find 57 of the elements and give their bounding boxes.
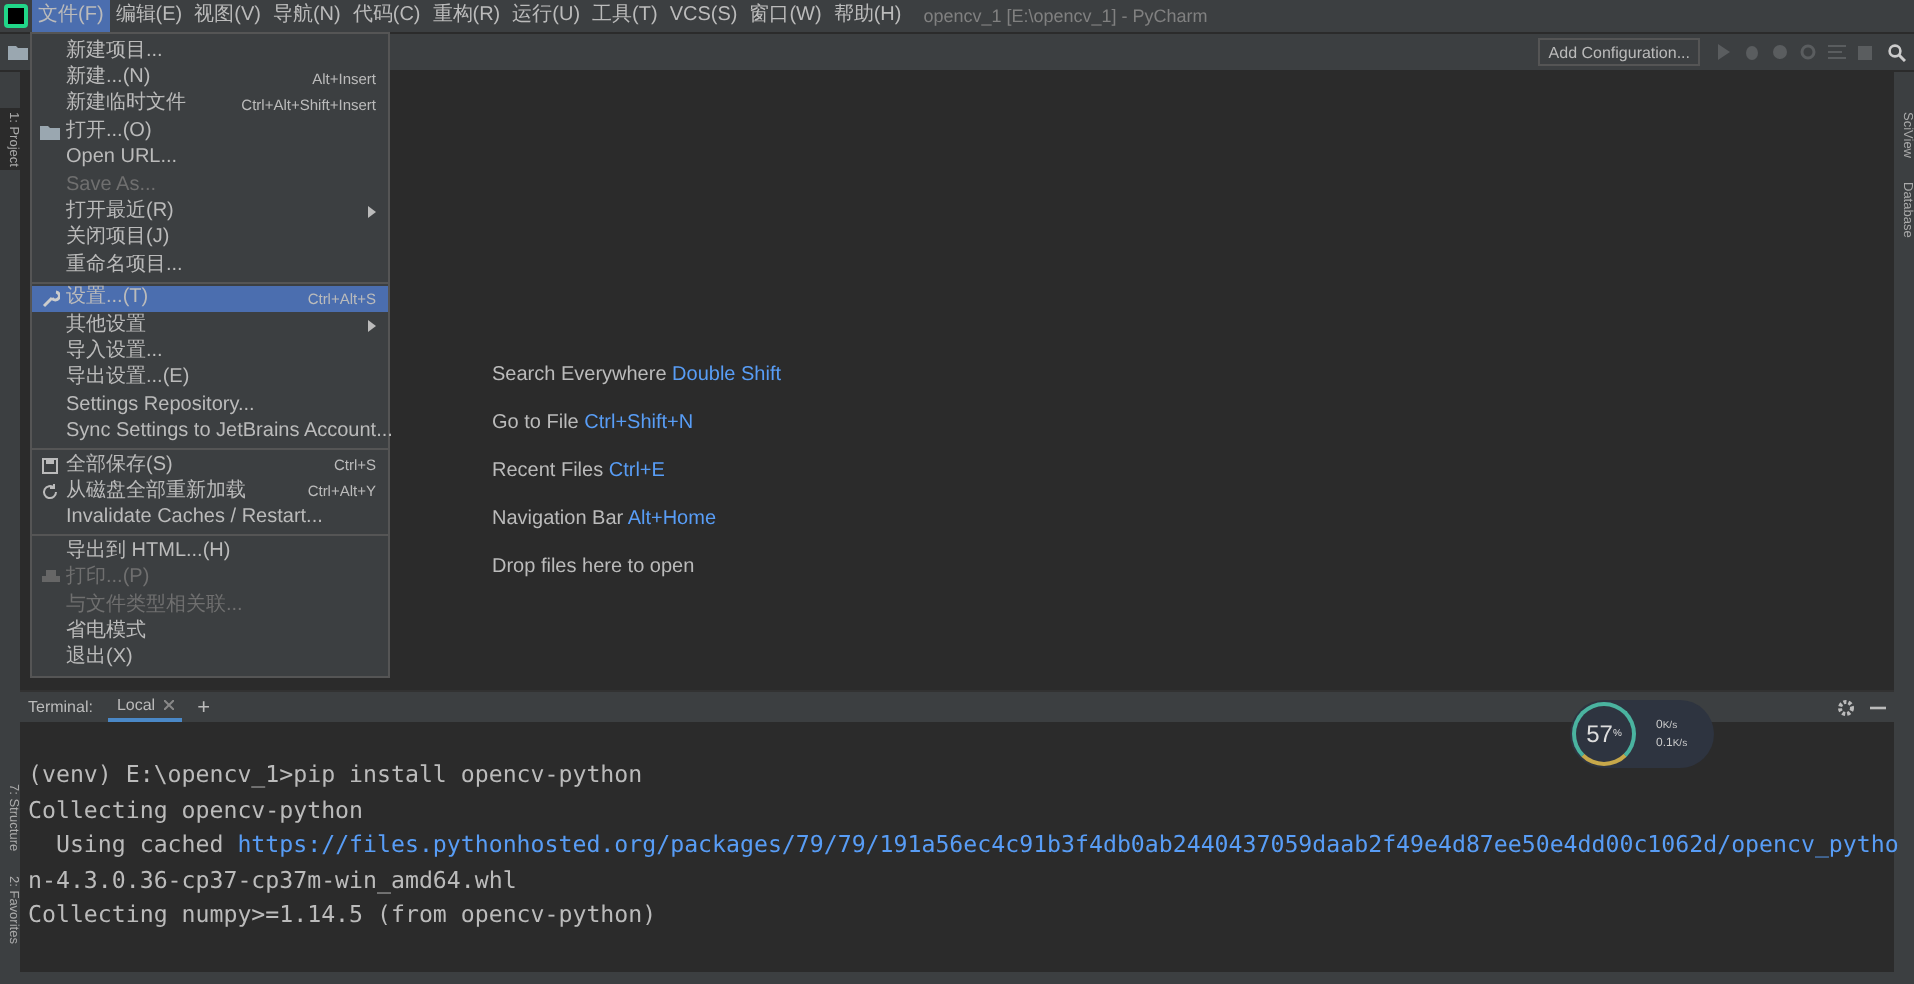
- editor-hint: Go to File Ctrl+Shift+N: [492, 412, 696, 434]
- menu-entry[interactable]: 打开...(O): [32, 118, 388, 146]
- menu-item[interactable]: 窗口(W): [743, 0, 828, 32]
- wrench-icon: [41, 289, 59, 308]
- menu-item[interactable]: 帮助(H): [827, 0, 908, 32]
- editor-hint: Navigation Bar Alt+Home: [492, 508, 719, 530]
- terminal-line: Collecting numpy>=1.14.5 (from opencv-python): [28, 898, 659, 933]
- editor-hint: Search Everywhere Double Shift: [492, 364, 784, 386]
- concurrency-icon[interactable]: [1828, 44, 1846, 60]
- menu-entry[interactable]: 导出到 HTML...(H): [32, 538, 388, 565]
- menu-item[interactable]: 编辑(E): [109, 0, 189, 32]
- menu-entry[interactable]: Open URL...: [32, 145, 388, 172]
- editor-hint: Drop files here to open: [492, 556, 697, 578]
- add-configuration-button[interactable]: Add Configuration...: [1538, 38, 1700, 66]
- menu-item[interactable]: VCS(S): [663, 0, 744, 32]
- stop-icon[interactable]: [1858, 45, 1872, 59]
- terminal-label: Terminal:: [28, 698, 93, 716]
- save-icon: [42, 457, 58, 474]
- menu-item[interactable]: 导航(N): [266, 0, 347, 32]
- menu-item[interactable]: 重构(R): [426, 0, 507, 32]
- menu-entry[interactable]: 新建项目...: [32, 38, 388, 65]
- menu-entry[interactable]: 导入设置...: [32, 338, 388, 366]
- new-tab-button[interactable]: +: [197, 695, 211, 719]
- terminal-link[interactable]: https://files.pythonhosted.org/packages/79/79/191a56ec4c91b3f4db0ab2440437059daab2f49e4d87ee50e4dd00c1062d/opencv_pytho: [237, 830, 1899, 859]
- menu-entry[interactable]: 其他设置: [32, 311, 388, 339]
- app-logo-icon: [4, 4, 28, 28]
- folder-icon: [40, 123, 60, 140]
- run-icon[interactable]: [1716, 44, 1732, 60]
- folder-icon[interactable]: [8, 44, 28, 60]
- refresh-icon: [42, 483, 58, 500]
- settings-icon[interactable]: [1838, 699, 1854, 715]
- terminal-tab[interactable]: Local: [108, 692, 182, 722]
- menu-entry[interactable]: 省电模式: [32, 618, 388, 646]
- menu-entry[interactable]: Invalidate Caches / Restart...: [32, 505, 388, 533]
- close-icon[interactable]: [163, 700, 174, 710]
- menu-entry[interactable]: 退出(X): [32, 645, 388, 672]
- window-title: opencv_1 [E:\opencv_1] - PyCharm: [923, 6, 1208, 26]
- menu-entry[interactable]: Settings Repository...: [32, 392, 388, 419]
- menu-item[interactable]: 工具(T): [586, 0, 664, 32]
- menu-entry[interactable]: 打开最近(R): [32, 198, 388, 226]
- coverage-icon[interactable]: [1772, 44, 1788, 60]
- terminal-line: n-4.3.0.36-cp37-cp37m-win_amd64.whl: [28, 863, 519, 898]
- menu-entry[interactable]: 关闭项目(J): [32, 225, 388, 253]
- menu-item[interactable]: 运行(U): [506, 0, 587, 32]
- terminal-line: (venv) E:\opencv_1>pip install opencv-python: [28, 758, 645, 792]
- profile-icon[interactable]: [1800, 44, 1816, 60]
- terminal-line: Using cached https://files.pythonhosted.org/packages/79/79/191a56ec4c91b3f4db0ab2440437059daab2f49e4d87ee50e4dd00c1062d/opencv_pytho: [53, 828, 1899, 863]
- search-icon[interactable]: [1888, 43, 1906, 61]
- menu-entry[interactable]: 导出设置...(E): [32, 365, 388, 393]
- debug-icon[interactable]: [1744, 44, 1760, 60]
- menu-entry[interactable]: 重命名项目...: [32, 252, 388, 280]
- menu-entry[interactable]: Sync Settings to JetBrains Account...: [32, 418, 388, 446]
- menu-item[interactable]: 代码(C): [346, 0, 427, 32]
- menu-item[interactable]: 视图(V): [188, 0, 267, 32]
- terminal-line: Collecting opencv-python: [28, 793, 366, 828]
- editor-hint: Recent Files Ctrl+E: [492, 460, 667, 482]
- printer-icon: [41, 570, 59, 587]
